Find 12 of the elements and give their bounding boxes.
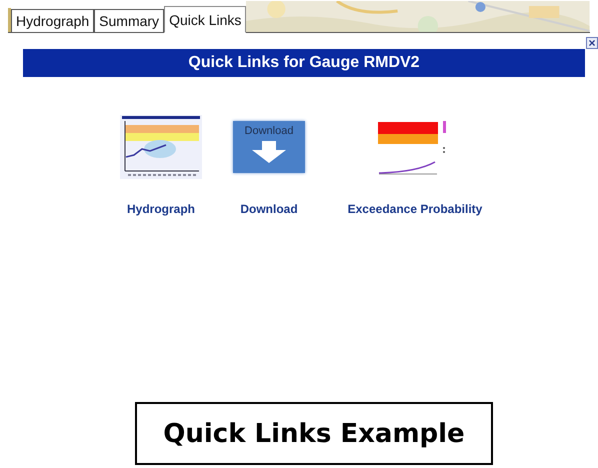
- hydrograph-thumbnail-drawing[interactable]: [120, 115, 202, 179]
- link[interactable]: Exceedance Probability: [348, 202, 482, 216]
- caption: Quick Links Example: [135, 402, 493, 465]
- tab[interactable]: Hydrograph: [11, 9, 94, 32]
- link[interactable]: Download: [240, 202, 298, 216]
- thumbnail-label: Download: [244, 125, 294, 137]
- close-button[interactable]: ×: [586, 37, 598, 49]
- tab[interactable]: Summary: [94, 9, 164, 32]
- link[interactable]: Hydrograph: [126, 202, 195, 216]
- tab[interactable]: Quick Links: [164, 6, 246, 33]
- down-arrow-icon: [252, 141, 286, 163]
- panel-title: Quick Links for Gauge RMDV2: [23, 49, 585, 77]
